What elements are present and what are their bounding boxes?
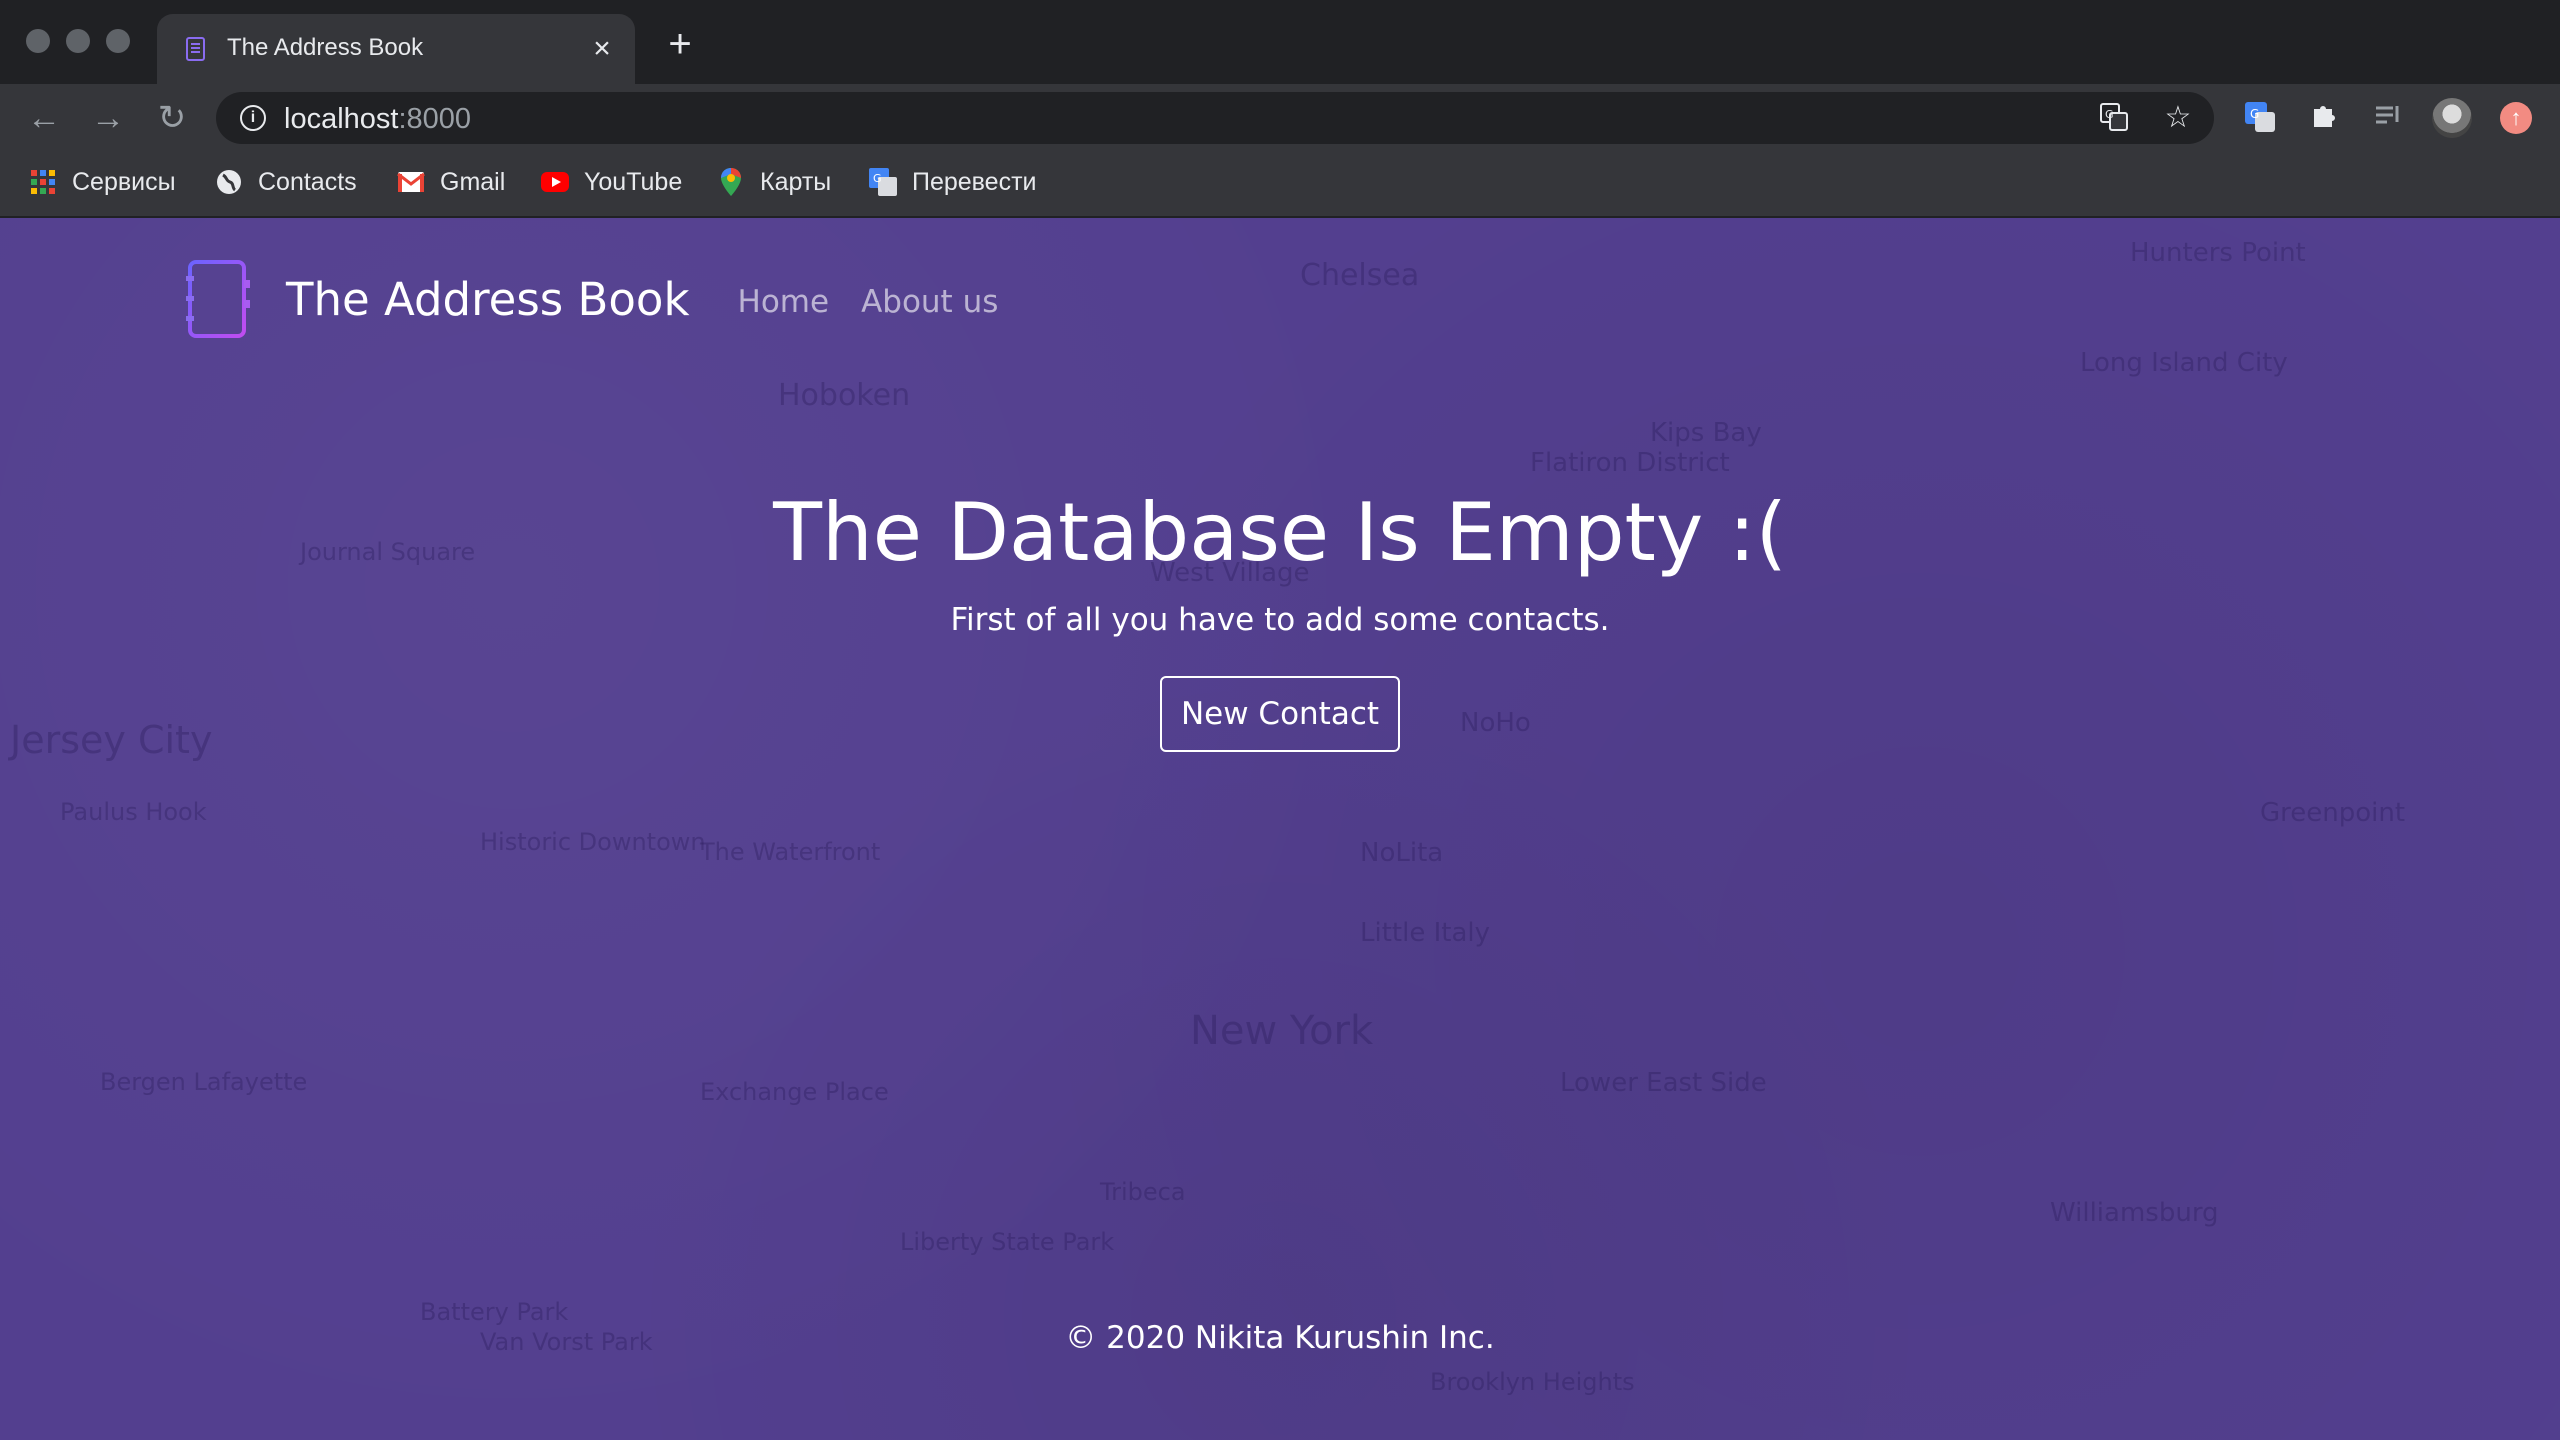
map-label: Brooklyn Heights <box>1430 1368 1635 1396</box>
bookmarks-bar: Сервисы Contacts Gmail YouTube Карты G П… <box>0 150 2560 218</box>
nav-about-link[interactable]: About us <box>861 284 998 320</box>
svg-text:G: G <box>2250 107 2259 121</box>
map-label: Hunters Point <box>2130 238 2306 268</box>
browser-tab[interactable]: The Address Book × <box>157 14 635 84</box>
bookmark-label: Сервисы <box>72 167 176 196</box>
new-contact-button[interactable]: New Contact <box>1160 676 1400 752</box>
map-label: The Waterfront <box>700 838 881 866</box>
reload-icon[interactable]: ↻ <box>152 98 192 138</box>
browser-tab-strip: The Address Book × + <box>0 0 2560 84</box>
map-label: Williamsburg <box>2050 1198 2219 1228</box>
map-label: Paulus Hook <box>60 798 207 826</box>
address-bar[interactable]: i localhost:8000 G ☆ <box>216 92 2214 144</box>
bookmark-maps[interactable]: Карты <box>716 164 831 200</box>
bookmark-label: YouTube <box>584 167 683 196</box>
profile-avatar[interactable] <box>2432 98 2472 138</box>
map-label: Long Island City <box>2080 348 2288 378</box>
translate-icon: G <box>868 167 898 197</box>
brand-name[interactable]: The Address Book <box>286 273 690 326</box>
map-label: Liberty State Park <box>900 1228 1115 1256</box>
zoom-window-button[interactable] <box>106 29 130 53</box>
bookmark-label: Карты <box>760 167 832 196</box>
map-label: Jersey City <box>10 718 213 762</box>
map-label: Tribeca <box>1100 1178 1186 1206</box>
map-label: Chelsea <box>1300 258 1420 293</box>
svg-text:G: G <box>2105 108 2114 121</box>
tab-close-icon[interactable]: × <box>585 32 619 66</box>
update-arrow-icon[interactable]: ↑ <box>2500 102 2532 134</box>
map-label: Hoboken <box>778 378 911 413</box>
map-label: Flatiron District <box>1530 448 1730 478</box>
bookmark-label: Contacts <box>258 167 357 196</box>
back-arrow-icon[interactable]: ← <box>24 98 64 138</box>
map-label: Lower East Side <box>1560 1068 1767 1098</box>
translate-page-icon[interactable]: G <box>2098 102 2130 134</box>
footer-copyright: © 2020 Nikita Kurushin Inc. <box>1065 1320 1495 1356</box>
apps-grid-icon <box>28 167 58 197</box>
bookmark-star-icon[interactable]: ☆ <box>2162 102 2194 134</box>
address-book-logo-icon[interactable] <box>182 256 256 342</box>
map-label: New York <box>1190 1008 1374 1054</box>
url-host: localhost <box>284 103 399 135</box>
extensions-puzzle-icon[interactable] <box>2306 100 2342 136</box>
tab-title: The Address Book <box>227 34 424 61</box>
google-translate-extension-icon[interactable]: G <box>2242 100 2278 136</box>
bookmark-services[interactable]: Сервисы <box>28 164 176 200</box>
map-label: NoLita <box>1360 838 1444 868</box>
bookmark-gmail[interactable]: Gmail <box>396 164 505 200</box>
map-label: Historic Downtown <box>480 828 706 856</box>
url-port: :8000 <box>398 103 472 135</box>
map-label: Greenpoint <box>2260 798 2406 828</box>
address-book-favicon-icon <box>186 37 205 61</box>
browser-toolbar: ← → ↻ i localhost:8000 G ☆ G ↑ <box>0 84 2560 150</box>
minimize-window-button[interactable] <box>66 29 90 53</box>
globe-icon <box>214 167 244 197</box>
page-subtitle: First of all you have to add some contac… <box>950 602 1610 638</box>
bookmark-translate[interactable]: G Перевести <box>868 164 1037 200</box>
new-tab-icon[interactable]: + <box>660 24 700 66</box>
bookmark-contacts[interactable]: Contacts <box>214 164 357 200</box>
youtube-icon <box>540 167 570 197</box>
map-label: Little Italy <box>1360 918 1490 948</box>
gmail-icon <box>396 167 426 197</box>
map-label: Bergen Lafayette <box>100 1068 308 1096</box>
close-window-button[interactable] <box>26 29 50 53</box>
map-label: Exchange Place <box>700 1078 889 1106</box>
page-title: The Database Is Empty :( <box>773 486 1787 579</box>
map-label: NoHo <box>1460 708 1531 738</box>
map-label: Kips Bay <box>1650 418 1762 448</box>
bookmark-label: Gmail <box>440 167 506 196</box>
site-navbar: The Address Book Home About us <box>182 254 1030 344</box>
url-text[interactable]: localhost:8000 <box>284 103 471 136</box>
svg-text:G: G <box>873 172 882 185</box>
forward-arrow-icon[interactable]: → <box>88 98 128 138</box>
site-info-icon[interactable]: i <box>240 105 266 131</box>
bookmark-youtube[interactable]: YouTube <box>540 164 682 200</box>
nav-home-link[interactable]: Home <box>738 284 830 320</box>
bookmark-label: Перевести <box>912 167 1037 196</box>
maps-pin-icon <box>716 167 746 197</box>
media-controls-icon[interactable] <box>2370 100 2406 136</box>
page-content: Hoboken Chelsea Jersey City Journal Squa… <box>0 218 2560 1440</box>
